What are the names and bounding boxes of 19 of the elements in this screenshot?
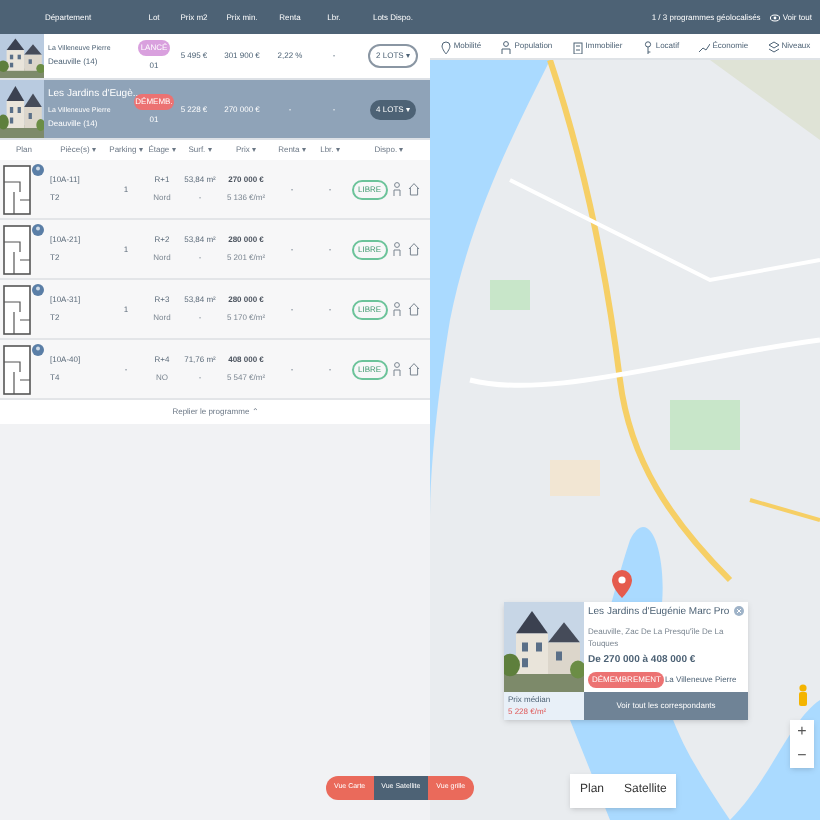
user-icon[interactable] [32, 284, 44, 296]
person-icon[interactable] [391, 302, 402, 316]
house-icon[interactable] [407, 302, 420, 316]
user-icon[interactable] [32, 224, 44, 236]
user-icon[interactable] [32, 164, 44, 176]
building-icon [571, 39, 584, 53]
house-icon[interactable] [407, 242, 420, 256]
layers-icon [767, 39, 780, 53]
house-icon[interactable] [407, 362, 420, 376]
chart-icon [698, 39, 711, 53]
key-icon [641, 39, 654, 53]
pin-icon [439, 39, 452, 53]
user-icon[interactable] [32, 344, 44, 356]
eye-icon [770, 13, 781, 21]
house-icon[interactable] [407, 182, 420, 196]
person-icon [500, 39, 513, 53]
person-icon[interactable] [391, 242, 402, 256]
person-icon[interactable] [391, 362, 402, 376]
person-icon[interactable] [391, 182, 402, 196]
